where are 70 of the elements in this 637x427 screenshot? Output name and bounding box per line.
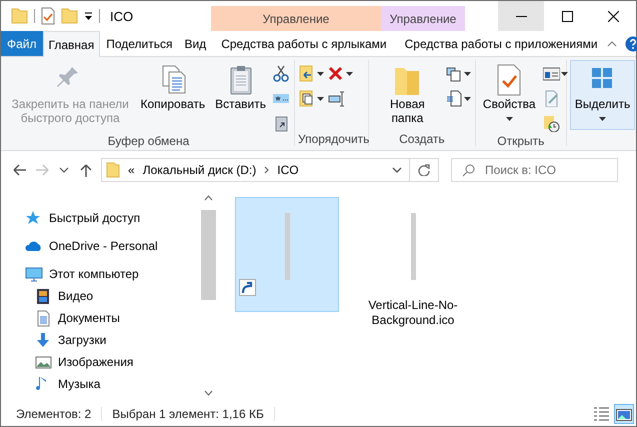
folder-icon (106, 162, 120, 178)
caret-icon[interactable] (464, 94, 471, 102)
caret-icon[interactable] (346, 70, 353, 78)
overflow-chevron[interactable]: « (128, 163, 135, 177)
status-text: Элементов: 2 (16, 407, 102, 421)
breadcrumb[interactable]: Локальный диск (D:) (142, 163, 256, 177)
window-icon[interactable] (542, 65, 560, 82)
address-bar[interactable]: « Локальный диск (D:) ICO (101, 158, 439, 182)
ribbon-button[interactable]: Копировать (136, 60, 210, 130)
maximize-icon (562, 10, 572, 22)
caret-icon[interactable] (464, 70, 471, 78)
breadcrumb[interactable]: ICO (277, 163, 299, 177)
context-tab-header: Управление (211, 6, 381, 31)
shortcut-icon[interactable] (273, 115, 290, 132)
ribbon-tab[interactable]: Средства работы с ярлыками (212, 31, 396, 56)
nav-item[interactable]: OneDrive - Personal (25, 235, 201, 257)
caret-icon[interactable] (317, 70, 324, 78)
search-field[interactable]: Поиск в: ICO (451, 158, 618, 182)
document-icon (35, 310, 52, 326)
file-item[interactable]: Vertical-Line-No-Background.ico (361, 197, 465, 333)
status-text: Выбран 1 элемент: 1,16 КБ (112, 407, 275, 421)
rename-icon[interactable] (328, 90, 345, 107)
collapse-ribbon-icon[interactable] (606, 40, 617, 47)
dropdown-icon[interactable] (392, 167, 402, 173)
nav-item[interactable]: Этот компьютер (25, 263, 201, 285)
caret-icon[interactable] (317, 94, 324, 102)
picture-icon (35, 354, 52, 370)
monitor-icon (25, 266, 43, 282)
caret-icon[interactable] (84, 11, 93, 21)
group-label: Буфер обмена (106, 133, 190, 148)
scissors-icon[interactable] (273, 65, 290, 82)
back-arrow-icon[interactable] (12, 162, 28, 178)
refresh-icon[interactable] (418, 164, 430, 176)
download-arrow-icon (35, 332, 52, 348)
ribbon-tab[interactable]: Средства работы с приложениями (396, 31, 607, 56)
delete-icon[interactable] (328, 65, 345, 82)
view-button[interactable] (614, 404, 634, 424)
nav-item[interactable]: Быстрый доступ (25, 207, 201, 229)
folder-clock-icon[interactable] (542, 115, 560, 132)
ribbon-tab[interactable]: Главная (42, 31, 100, 57)
ribbon-tab[interactable]: Вид (178, 31, 212, 56)
file-name: Vertical-Line-No-Background.ico (367, 298, 459, 328)
document-icon[interactable] (446, 90, 463, 107)
nav-item[interactable]: Изображения (25, 351, 201, 373)
context-tab-header: Управление (381, 6, 465, 31)
picture-icon (616, 406, 632, 422)
film-icon (35, 288, 52, 304)
ribbon-tab[interactable]: Файл (1, 31, 43, 56)
up-arrow-icon[interactable] (78, 162, 94, 178)
nav-item[interactable]: Музыка (25, 373, 201, 395)
group-label: Открыть (496, 133, 546, 148)
nav-item[interactable]: Загрузки (25, 329, 201, 351)
nav-item[interactable]: Видео (25, 285, 201, 307)
checked-document-icon[interactable] (41, 7, 55, 25)
ribbon-button[interactable]: Вставить (211, 60, 270, 130)
nav-item[interactable]: Документы (25, 307, 201, 329)
ribbon-button[interactable]: Новая папка (372, 60, 443, 130)
help-icon[interactable] (624, 36, 637, 52)
search-icon (462, 164, 475, 176)
ribbon-tab[interactable]: Поделиться (100, 31, 178, 56)
group-label: Создать (398, 131, 446, 146)
search-input[interactable]: Поиск в: ICO (485, 163, 605, 177)
chevron-icon[interactable] (264, 166, 270, 174)
window-title: ICO (109, 8, 134, 24)
scroll-down-icon[interactable] (204, 390, 213, 396)
close-icon (608, 10, 618, 22)
details-view-icon (594, 406, 610, 422)
ribbon-button[interactable]: Свойства (478, 60, 540, 130)
scroll-up-icon[interactable] (204, 195, 213, 201)
ribbon-button[interactable]: Выделить (570, 60, 636, 130)
